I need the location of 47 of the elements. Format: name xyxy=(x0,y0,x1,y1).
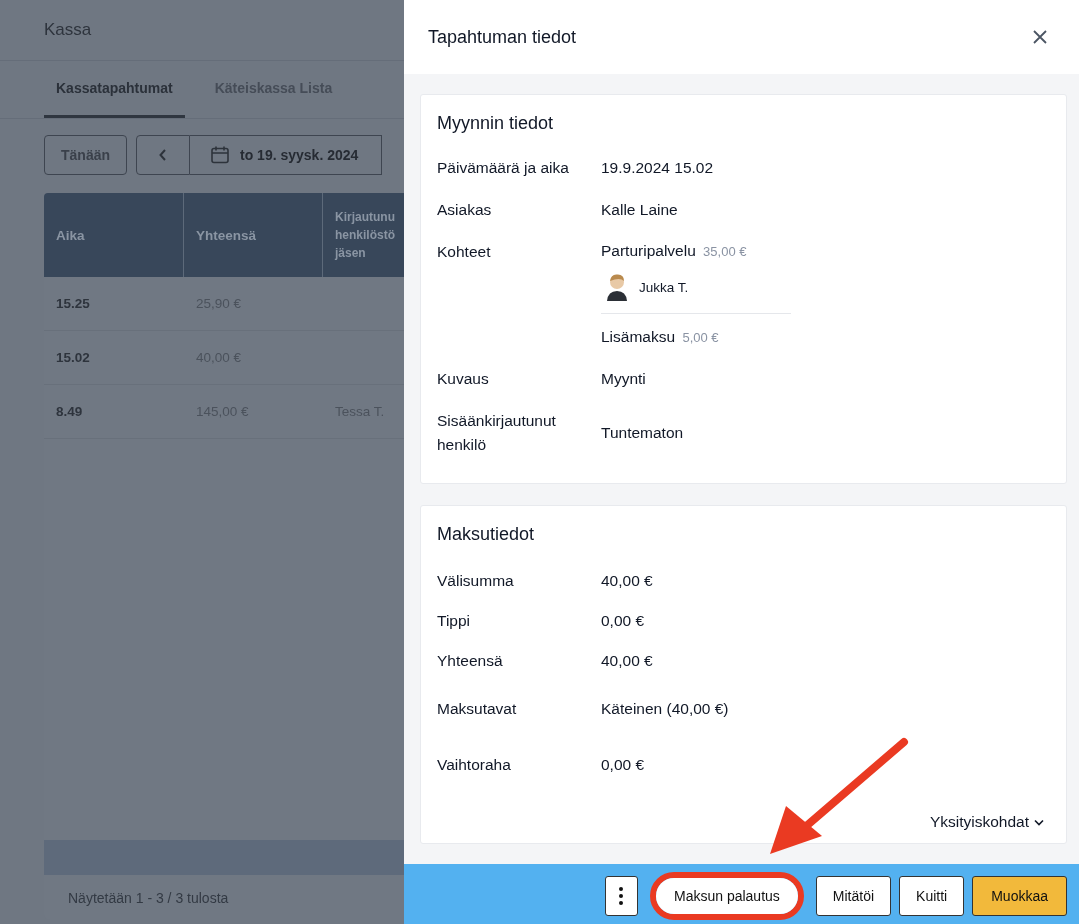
drawer-title: Tapahtuman tiedot xyxy=(428,26,577,48)
field-label: Asiakas xyxy=(437,200,493,220)
field-label: Vaihtoraha xyxy=(437,756,512,774)
more-button[interactable] xyxy=(605,876,638,916)
field-value: Tuntematon xyxy=(601,424,684,442)
table-cell-text: 15.02 xyxy=(55,349,91,367)
field-label: Kohteet xyxy=(437,242,492,262)
field-label: Yhteensä xyxy=(437,652,504,670)
item-name: Parturipalvelu xyxy=(601,242,696,259)
avatar-icon xyxy=(605,273,629,301)
field-value: Käteinen (40,00 €) xyxy=(601,700,729,718)
calendar-icon xyxy=(210,145,230,165)
table-cell-text: 8.49 xyxy=(55,403,84,421)
item-price: 5,00 € xyxy=(682,330,719,345)
item-name: Lisämaksu xyxy=(601,328,676,345)
field-label: Sisäänkirjautunut henkilö xyxy=(437,411,557,455)
field-label: Päivämäärä ja aika xyxy=(437,158,570,178)
page-title: Kassa xyxy=(44,20,92,40)
field-value: Myynti xyxy=(601,370,646,388)
pagination-text: Näytetään 1 - 3 / 3 tulosta xyxy=(68,889,229,906)
section-title: Maksutiedot xyxy=(437,524,536,545)
action-button[interactable]: Muokkaa xyxy=(972,876,1067,916)
field-label: Tippi xyxy=(437,612,472,630)
field-label: Maksutavat xyxy=(437,700,518,718)
close-icon xyxy=(1033,30,1047,44)
staff-name: Jukka T. xyxy=(639,279,689,295)
more-icon xyxy=(619,887,624,905)
field-value: 19.9.2024 15.02 xyxy=(601,159,714,177)
section-title: Myynnin tiedot xyxy=(437,113,555,134)
action-button[interactable]: Kuitti xyxy=(899,876,965,916)
field-value: 0,00 € xyxy=(601,612,645,630)
field-label: Välisumma xyxy=(437,572,515,590)
field-value: 0,00 € xyxy=(601,756,645,774)
details-toggle[interactable]: Yksityiskohdat xyxy=(929,813,1050,831)
field-value: 40,00 € xyxy=(601,652,653,670)
column-header: Yhteensä xyxy=(184,193,323,277)
field-label: Kuvaus xyxy=(437,369,490,389)
item-price: 35,00 € xyxy=(703,244,747,259)
field-value: Kalle Laine xyxy=(601,201,678,219)
chevron-left-icon xyxy=(159,149,167,161)
table-cell-text: 15.25 xyxy=(55,295,91,313)
chevron-down-icon xyxy=(1034,818,1044,826)
field-value: 40,00 € xyxy=(601,572,653,590)
column-header: Kirjautunu henkilöstö jäsen xyxy=(333,209,396,262)
action-button[interactable]: Maksun palautus xyxy=(656,878,798,914)
action-button[interactable]: Mitätöi xyxy=(815,876,892,916)
column-header: Aika xyxy=(44,193,184,277)
